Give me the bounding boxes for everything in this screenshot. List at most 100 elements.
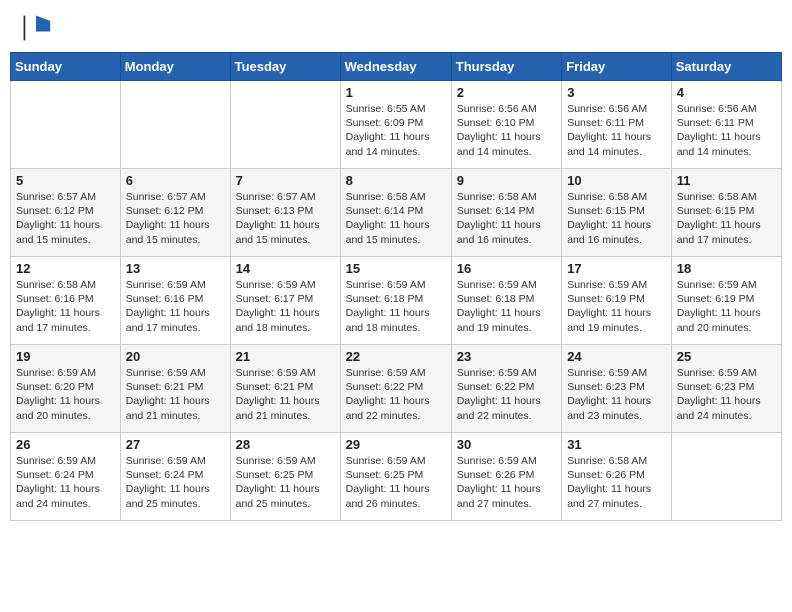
- calendar-cell: 22 Sunrise: 6:59 AM Sunset: 6:22 PM Dayli…: [340, 345, 451, 433]
- calendar-cell: 12 Sunrise: 6:58 AM Sunset: 6:16 PM Dayli…: [11, 257, 121, 345]
- header-day-tuesday: Tuesday: [230, 53, 340, 81]
- day-number: 24: [567, 349, 666, 364]
- calendar-cell: 18Sunrise: 6:59 AM Sunset: 6:19 PM Dayli…: [671, 257, 781, 345]
- day-number: 12: [16, 261, 115, 276]
- header-day-saturday: Saturday: [671, 53, 781, 81]
- week-row-3: 12 Sunrise: 6:58 AM Sunset: 6:16 PM Dayli…: [11, 257, 782, 345]
- calendar-cell: 5 Sunrise: 6:57 AM Sunset: 6:12 PM Daylig…: [11, 169, 121, 257]
- day-info: Sunrise: 6:56 AM Sunset: 6:10 PM Dayligh…: [457, 102, 556, 159]
- day-info: Sunrise: 6:59 AM Sunset: 6:22 PM Dayligh…: [346, 366, 446, 423]
- day-number: 31: [567, 437, 666, 452]
- header-day-sunday: Sunday: [11, 53, 121, 81]
- week-row-5: 26 Sunrise: 6:59 AM Sunset: 6:24 PM Dayli…: [11, 433, 782, 521]
- day-info: Sunrise: 6:58 AM Sunset: 6:15 PM Dayligh…: [677, 190, 776, 247]
- day-info: Sunrise: 6:58 AM Sunset: 6:16 PM Dayligh…: [16, 278, 115, 335]
- day-info: Sunrise: 6:59 AM Sunset: 6:17 PM Dayligh…: [236, 278, 335, 335]
- page: SundayMondayTuesdayWednesdayThursdayFrid…: [0, 0, 792, 612]
- calendar-cell: 17 Sunrise: 6:59 AM Sunset: 6:19 PM Dayli…: [562, 257, 672, 345]
- calendar-cell: 10Sunrise: 6:58 AM Sunset: 6:15 PM Dayli…: [562, 169, 672, 257]
- week-row-2: 5 Sunrise: 6:57 AM Sunset: 6:12 PM Daylig…: [11, 169, 782, 257]
- day-number: 23: [457, 349, 556, 364]
- calendar-cell: [671, 433, 781, 521]
- day-number: 26: [16, 437, 115, 452]
- calendar-cell: 6 Sunrise: 6:57 AM Sunset: 6:12 PM Daylig…: [120, 169, 230, 257]
- day-number: 7: [236, 173, 335, 188]
- calendar-cell: 2 Sunrise: 6:56 AM Sunset: 6:10 PM Daylig…: [451, 81, 561, 169]
- calendar-cell: 23 Sunrise: 6:59 AM Sunset: 6:22 PM Dayli…: [451, 345, 561, 433]
- calendar-cell: 9 Sunrise: 6:58 AM Sunset: 6:14 PM Daylig…: [451, 169, 561, 257]
- header-row: SundayMondayTuesdayWednesdayThursdayFrid…: [11, 53, 782, 81]
- day-info: Sunrise: 6:59 AM Sunset: 6:19 PM Dayligh…: [567, 278, 666, 335]
- calendar-cell: 26 Sunrise: 6:59 AM Sunset: 6:24 PM Dayli…: [11, 433, 121, 521]
- calendar-cell: 24 Sunrise: 6:59 AM Sunset: 6:23 PM Dayli…: [562, 345, 672, 433]
- day-info: Sunrise: 6:59 AM Sunset: 6:22 PM Dayligh…: [457, 366, 556, 423]
- calendar-cell: [120, 81, 230, 169]
- calendar-cell: 4 Sunrise: 6:56 AM Sunset: 6:11 PM Daylig…: [671, 81, 781, 169]
- day-info: Sunrise: 6:59 AM Sunset: 6:24 PM Dayligh…: [16, 454, 115, 511]
- day-number: 14: [236, 261, 335, 276]
- day-info: Sunrise: 6:59 AM Sunset: 6:23 PM Dayligh…: [567, 366, 666, 423]
- day-number: 5: [16, 173, 115, 188]
- day-info: Sunrise: 6:58 AM Sunset: 6:14 PM Dayligh…: [457, 190, 556, 247]
- day-number: 13: [126, 261, 225, 276]
- day-info: Sunrise: 6:56 AM Sunset: 6:11 PM Dayligh…: [567, 102, 666, 159]
- day-info: Sunrise: 6:57 AM Sunset: 6:13 PM Dayligh…: [236, 190, 335, 247]
- logo-icon: [20, 12, 52, 44]
- day-info: Sunrise: 6:58 AM Sunset: 6:15 PM Dayligh…: [567, 190, 666, 247]
- day-number: 15: [346, 261, 446, 276]
- calendar-cell: 7 Sunrise: 6:57 AM Sunset: 6:13 PM Daylig…: [230, 169, 340, 257]
- day-number: 2: [457, 85, 556, 100]
- calendar-cell: 19Sunrise: 6:59 AM Sunset: 6:20 PM Dayli…: [11, 345, 121, 433]
- calendar-cell: [230, 81, 340, 169]
- calendar-cell: 13Sunrise: 6:59 AM Sunset: 6:16 PM Dayli…: [120, 257, 230, 345]
- day-info: Sunrise: 6:57 AM Sunset: 6:12 PM Dayligh…: [126, 190, 225, 247]
- day-number: 3: [567, 85, 666, 100]
- day-number: 4: [677, 85, 776, 100]
- calendar-cell: 29 Sunrise: 6:59 AM Sunset: 6:25 PM Dayli…: [340, 433, 451, 521]
- header-day-friday: Friday: [562, 53, 672, 81]
- calendar-table: SundayMondayTuesdayWednesdayThursdayFrid…: [10, 52, 782, 521]
- calendar-cell: 31Sunrise: 6:58 AM Sunset: 6:26 PM Dayli…: [562, 433, 672, 521]
- day-info: Sunrise: 6:59 AM Sunset: 6:24 PM Dayligh…: [126, 454, 225, 511]
- day-info: Sunrise: 6:57 AM Sunset: 6:12 PM Dayligh…: [16, 190, 115, 247]
- day-info: Sunrise: 6:59 AM Sunset: 6:21 PM Dayligh…: [236, 366, 335, 423]
- calendar-cell: 21Sunrise: 6:59 AM Sunset: 6:21 PM Dayli…: [230, 345, 340, 433]
- calendar-cell: 8Sunrise: 6:58 AM Sunset: 6:14 PM Daylig…: [340, 169, 451, 257]
- day-number: 1: [346, 85, 446, 100]
- day-number: 6: [126, 173, 225, 188]
- day-info: Sunrise: 6:59 AM Sunset: 6:25 PM Dayligh…: [346, 454, 446, 511]
- day-number: 28: [236, 437, 335, 452]
- day-info: Sunrise: 6:56 AM Sunset: 6:11 PM Dayligh…: [677, 102, 776, 159]
- day-info: Sunrise: 6:59 AM Sunset: 6:18 PM Dayligh…: [346, 278, 446, 335]
- day-number: 22: [346, 349, 446, 364]
- day-info: Sunrise: 6:59 AM Sunset: 6:26 PM Dayligh…: [457, 454, 556, 511]
- day-number: 17: [567, 261, 666, 276]
- calendar-header: SundayMondayTuesdayWednesdayThursdayFrid…: [11, 53, 782, 81]
- calendar-cell: 27 Sunrise: 6:59 AM Sunset: 6:24 PM Dayli…: [120, 433, 230, 521]
- header-day-wednesday: Wednesday: [340, 53, 451, 81]
- day-info: Sunrise: 6:59 AM Sunset: 6:18 PM Dayligh…: [457, 278, 556, 335]
- day-number: 11: [677, 173, 776, 188]
- calendar-cell: 15 Sunrise: 6:59 AM Sunset: 6:18 PM Dayli…: [340, 257, 451, 345]
- calendar-cell: [11, 81, 121, 169]
- day-info: Sunrise: 6:55 AM Sunset: 6:09 PM Dayligh…: [346, 102, 446, 159]
- week-row-1: 1 Sunrise: 6:55 AM Sunset: 6:09 PM Daylig…: [11, 81, 782, 169]
- calendar-cell: 20Sunrise: 6:59 AM Sunset: 6:21 PM Dayli…: [120, 345, 230, 433]
- day-number: 29: [346, 437, 446, 452]
- calendar-cell: 3 Sunrise: 6:56 AM Sunset: 6:11 PM Daylig…: [562, 81, 672, 169]
- day-number: 27: [126, 437, 225, 452]
- day-info: Sunrise: 6:59 AM Sunset: 6:23 PM Dayligh…: [677, 366, 776, 423]
- day-number: 9: [457, 173, 556, 188]
- calendar-cell: 28Sunrise: 6:59 AM Sunset: 6:25 PM Dayli…: [230, 433, 340, 521]
- header-day-monday: Monday: [120, 53, 230, 81]
- calendar-cell: 16Sunrise: 6:59 AM Sunset: 6:18 PM Dayli…: [451, 257, 561, 345]
- calendar-cell: 14 Sunrise: 6:59 AM Sunset: 6:17 PM Dayli…: [230, 257, 340, 345]
- day-number: 8: [346, 173, 446, 188]
- day-info: Sunrise: 6:59 AM Sunset: 6:21 PM Dayligh…: [126, 366, 225, 423]
- logo: [20, 12, 54, 44]
- day-info: Sunrise: 6:59 AM Sunset: 6:20 PM Dayligh…: [16, 366, 115, 423]
- calendar-container: SundayMondayTuesdayWednesdayThursdayFrid…: [0, 52, 792, 612]
- day-number: 18: [677, 261, 776, 276]
- day-number: 25: [677, 349, 776, 364]
- calendar-cell: 30Sunrise: 6:59 AM Sunset: 6:26 PM Dayli…: [451, 433, 561, 521]
